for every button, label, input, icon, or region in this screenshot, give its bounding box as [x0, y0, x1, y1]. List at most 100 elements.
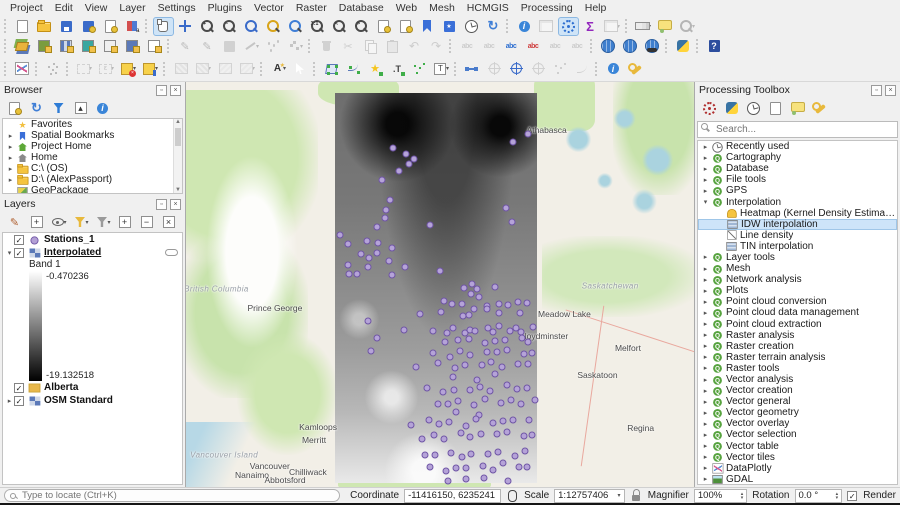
zoom-last-button[interactable]: < [329, 17, 350, 36]
identify-features-button[interactable] [514, 17, 535, 36]
expand-arrow-icon[interactable]: ▸ [701, 287, 710, 295]
add-favorite-button[interactable] [365, 59, 386, 78]
add-delimited-text-layer-button[interactable] [100, 37, 121, 56]
zoom-out-button[interactable]: − [219, 17, 240, 36]
algorithm-item-vector-general[interactable]: ▸ Vector general [698, 396, 897, 407]
layer-visibility-checkbox[interactable]: ✓ [14, 247, 24, 258]
menu-processing[interactable]: Processing [515, 0, 579, 16]
algorithm-item-vector-selection[interactable]: ▸ Vector selection [698, 429, 897, 440]
extents-toggle-icon[interactable] [506, 489, 519, 502]
metadata-info-button[interactable] [603, 59, 624, 78]
select-by-value-button[interactable]: ▾ [140, 59, 161, 78]
expand-arrow-icon[interactable]: ▾ [701, 198, 710, 206]
spinner-arrows-icon[interactable]: ▴ ▾ [836, 491, 839, 500]
layer-diagram-button[interactable] [523, 37, 544, 56]
expand-arrow-icon[interactable]: ▸ [701, 276, 710, 284]
locator-input[interactable] [20, 489, 335, 502]
add-mesh-layer-button[interactable] [78, 37, 99, 56]
spinner-arrows-icon[interactable]: ▴ ▾ [741, 491, 744, 500]
algorithm-item-raster-tools[interactable]: ▸ Raster tools [698, 363, 897, 374]
expand-arrow-icon[interactable]: ▸ [701, 376, 710, 384]
expand-arrow-icon[interactable]: ▸ [6, 165, 15, 173]
expand-arrow-icon[interactable]: ▸ [701, 420, 710, 428]
menu-mesh[interactable]: Mesh [423, 0, 461, 16]
data-source-manager-button[interactable] [12, 37, 33, 56]
layer-visibility-checkbox[interactable]: ✓ [14, 395, 24, 406]
algorithm-item-raster-terrain-analysis[interactable]: ▸ Raster terrain analysis [698, 352, 897, 363]
expand-arrow-icon[interactable]: ▸ [701, 453, 710, 461]
zoom-in-button[interactable]: + [197, 17, 218, 36]
add-text-label-button[interactable] [387, 59, 408, 78]
algorithm-item-network-analysis[interactable]: ▸ Network analysis [698, 274, 897, 285]
expand-arrow-icon[interactable]: ▸ [701, 442, 710, 450]
pan-to-selection-button[interactable] [175, 17, 196, 36]
browser-close-button[interactable]: × [170, 84, 181, 96]
layer-row-alberta[interactable]: ✓ Alberta [3, 381, 182, 394]
new-map-view-button[interactable] [373, 17, 394, 36]
expand-arrow-icon[interactable]: ▸ [701, 298, 710, 306]
menu-view[interactable]: View [79, 0, 114, 16]
expand-arrow-icon[interactable]: ▸ [701, 364, 710, 372]
show-spatial-bookmarks-button[interactable] [439, 17, 460, 36]
dataplotly-button[interactable] [12, 59, 33, 78]
options-button[interactable] [625, 59, 646, 78]
expand-arrow-icon[interactable]: ▸ [701, 431, 710, 439]
python-scripts-button[interactable] [723, 100, 740, 116]
expand-all-button[interactable]: + [116, 214, 133, 230]
algorithm-item-gdal[interactable]: ▸ GDAL [698, 474, 897, 484]
algorithm-item-point-cloud-extraction[interactable]: ▸ Point cloud extraction [698, 319, 897, 330]
browser-item-c-os[interactable]: ▸ C:\ (OS) [3, 163, 182, 174]
expand-arrow-icon[interactable]: ▸ [701, 309, 710, 317]
new-spatial-bookmark-button[interactable] [417, 17, 438, 36]
rotation-spinner[interactable]: 0.0 ° ▴ ▾ [794, 488, 843, 503]
algorithm-item-interpolation[interactable]: ▾ Interpolation [698, 196, 897, 208]
add-group-button[interactable]: + [28, 214, 45, 230]
expand-arrow-icon[interactable]: ▸ [701, 187, 710, 195]
browser-item-project-home[interactable]: ▸ Project Home [3, 141, 182, 152]
open-layer-styling-button[interactable] [6, 214, 23, 230]
filter-by-expression-button[interactable]: ▾ [94, 214, 111, 230]
menu-layer[interactable]: Layer [113, 0, 151, 16]
processing-options-button[interactable] [811, 100, 828, 116]
menu-project[interactable]: Project [4, 0, 49, 16]
menu-plugins[interactable]: Plugins [202, 0, 248, 16]
algorithm-item-line-density[interactable]: Line density [698, 230, 897, 241]
algorithm-item-cartography[interactable]: ▸ Cartography [698, 152, 897, 163]
open-project-button[interactable] [34, 17, 55, 36]
map-tool-cursor-button[interactable] [290, 59, 311, 78]
algorithm-item-layer-tools[interactable]: ▸ Layer tools [698, 252, 897, 263]
algorithm-item-vector-analysis[interactable]: ▸ Vector analysis [698, 374, 897, 385]
render-checkbox[interactable]: ✓ Render [847, 490, 896, 501]
add-postgis-layer-button[interactable] [122, 37, 143, 56]
algorithm-item-dataplotly[interactable]: ▸ DataPlotly [698, 463, 897, 474]
algorithm-item-raster-creation[interactable]: ▸ Raster creation [698, 341, 897, 352]
layer-visibility-checkbox[interactable]: ✓ [14, 382, 24, 393]
browser-item-spatial-bookmarks[interactable]: ▸ Spatial Bookmarks [3, 130, 182, 141]
expand-arrow-icon[interactable]: ▸ [701, 165, 710, 173]
magnifier-spinner[interactable]: 100% ▴ ▾ [693, 488, 748, 503]
save-project-as-button[interactable] [78, 17, 99, 36]
history-button[interactable] [745, 100, 762, 116]
pan-map-button[interactable] [152, 16, 174, 36]
annotation-georef-button[interactable] [506, 59, 527, 78]
layers-float-button[interactable]: ▫ [156, 198, 167, 210]
qgis2web-button[interactable] [620, 37, 641, 56]
collapse-all-layers-button[interactable]: − [138, 214, 155, 230]
help-contents-button[interactable] [704, 37, 725, 56]
expand-arrow-icon[interactable]: ▸ [701, 475, 710, 483]
refresh-browser-button[interactable] [28, 100, 45, 116]
layers-close-button[interactable]: × [170, 198, 181, 210]
expand-arrow-icon[interactable]: ▸ [701, 409, 710, 417]
filter-browser-button[interactable] [50, 100, 67, 116]
menu-raster[interactable]: Raster [290, 0, 333, 16]
algorithm-item-database[interactable]: ▸ Database [698, 163, 897, 174]
browser-properties-button[interactable] [94, 100, 111, 116]
expand-arrow-icon[interactable]: ▸ [701, 253, 710, 261]
algorithm-item-vector-creation[interactable]: ▸ Vector creation [698, 385, 897, 396]
chevron-down-icon[interactable]: ▾ [618, 492, 621, 499]
expand-arrow-icon[interactable]: ▾ [5, 249, 14, 257]
save-project-button[interactable] [56, 17, 77, 36]
expand-arrow-icon[interactable]: ▸ [5, 397, 14, 405]
zoom-native-button[interactable]: 1:1 [307, 17, 328, 36]
measure-line-button[interactable]: ▾ [633, 17, 654, 36]
